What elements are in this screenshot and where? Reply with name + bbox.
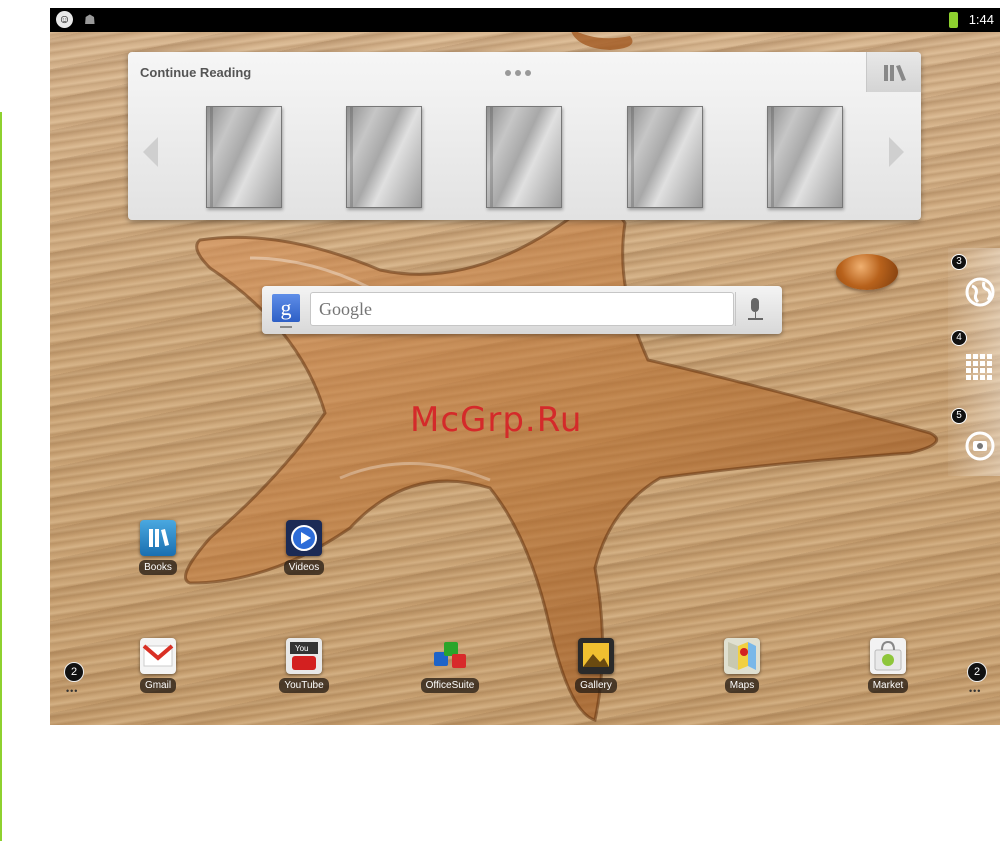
app-label: Books xyxy=(139,560,177,575)
app-gallery[interactable]: Gallery xyxy=(556,638,636,693)
svg-text:You: You xyxy=(295,644,309,653)
officesuite-icon xyxy=(432,638,468,674)
app-gmail[interactable]: Gmail xyxy=(118,638,198,693)
gmail-icon xyxy=(140,638,176,674)
videos-icon xyxy=(286,520,322,556)
prev-page-button[interactable]: 2 xyxy=(64,662,84,682)
app-youtube[interactable]: You YouTube xyxy=(264,638,344,693)
book-cover-4[interactable] xyxy=(627,106,703,208)
page-dot xyxy=(505,70,511,76)
book-cover-3[interactable] xyxy=(486,106,562,208)
page-indicator xyxy=(505,70,531,76)
app-label: Gallery xyxy=(575,678,617,693)
market-icon xyxy=(870,638,906,674)
google-g-indicator xyxy=(280,326,292,328)
watermark: McGrp.Ru xyxy=(410,400,583,440)
google-g-button[interactable]: g xyxy=(272,294,300,322)
prev-page-dots: ••• xyxy=(66,686,79,696)
clock: 1:44 xyxy=(968,12,994,27)
app-videos[interactable]: Videos xyxy=(264,520,344,575)
google-search-widget: g xyxy=(262,286,782,334)
library-button[interactable] xyxy=(866,52,921,92)
status-bar: ☺ ☗ 1:44 xyxy=(50,8,1000,32)
badge-3: 3 xyxy=(951,254,967,270)
microphone-icon xyxy=(751,298,759,312)
app-label: Gmail xyxy=(139,678,177,693)
gallery-icon xyxy=(578,638,614,674)
app-label: YouTube xyxy=(279,678,329,693)
page-dot xyxy=(525,70,531,76)
next-page-dots: ••• xyxy=(969,686,982,696)
app-label: OfficeSuite xyxy=(420,678,480,693)
books-icon xyxy=(140,520,176,556)
app-label: Videos xyxy=(283,560,325,575)
left-edge-line xyxy=(0,112,2,841)
book-cover-2[interactable] xyxy=(346,106,422,208)
app-market[interactable]: Market xyxy=(848,638,928,693)
apps-grid-icon[interactable] xyxy=(964,352,996,384)
app-officesuite[interactable]: OfficeSuite xyxy=(410,638,490,693)
app-label: Maps xyxy=(724,678,760,693)
scroll-left-arrow[interactable] xyxy=(143,137,158,167)
book-cover-1[interactable] xyxy=(206,106,282,208)
badge-5: 5 xyxy=(951,408,967,424)
camera-icon[interactable] xyxy=(964,430,996,462)
browser-globe-icon[interactable] xyxy=(964,276,996,308)
maps-icon xyxy=(724,638,760,674)
youtube-icon: You xyxy=(286,638,322,674)
badge-4: 4 xyxy=(951,330,967,346)
widget-title: Continue Reading xyxy=(140,65,252,80)
library-icon xyxy=(884,65,906,81)
side-shortcut-panel: 3 4 5 xyxy=(948,248,1000,476)
app-maps[interactable]: Maps xyxy=(702,638,782,693)
continue-reading-widget: Continue Reading xyxy=(128,52,921,220)
voice-search-button[interactable] xyxy=(735,292,776,326)
notification-icon[interactable]: ☺ xyxy=(56,11,73,28)
next-page-button[interactable]: 2 xyxy=(967,662,987,682)
tablet-home-screen: ☺ ☗ 1:44 Continue Reading g Google 3 4 5… xyxy=(50,8,1000,725)
search-input[interactable] xyxy=(310,292,734,326)
scroll-right-arrow[interactable] xyxy=(889,137,904,167)
book-cover-5[interactable] xyxy=(767,106,843,208)
water-drop xyxy=(836,254,898,290)
app-label: Market xyxy=(867,678,909,693)
app-books[interactable]: Books xyxy=(118,520,198,575)
usb-debug-icon[interactable]: ☗ xyxy=(84,13,96,27)
page-dot xyxy=(515,70,521,76)
battery-icon xyxy=(949,12,958,28)
